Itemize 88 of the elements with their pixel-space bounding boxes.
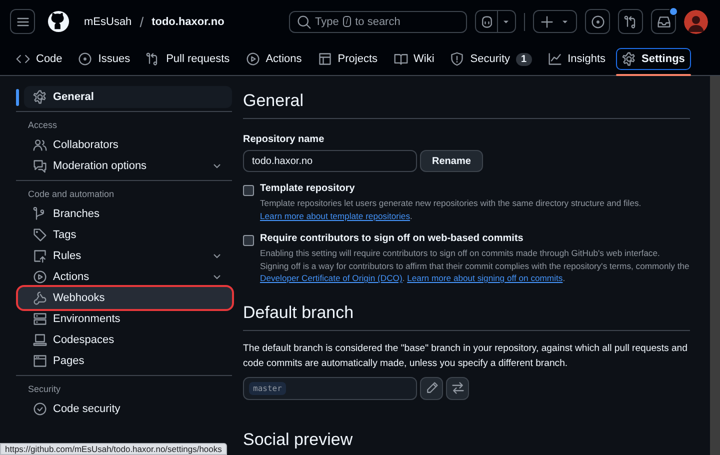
settings-icon [33, 90, 47, 104]
pull-request-icon [624, 14, 638, 28]
sidebar-item[interactable]: Webhooks [18, 287, 232, 308]
inbox-icon [656, 14, 670, 28]
sidebar-item[interactable]: Pages [24, 350, 232, 372]
repo-tab[interactable]: Insights [542, 48, 612, 70]
sidebar-item[interactable]: Codespaces [24, 329, 232, 350]
sidebar-item[interactable]: Moderation options [24, 155, 232, 176]
status-bar-url: https://github.com/mEsUsah/todo.haxor.no/settings/hooks [0, 443, 227, 455]
pull-requests-button[interactable] [618, 9, 643, 34]
graph-icon [548, 52, 562, 66]
section-title: Default branch [243, 302, 690, 330]
sidebar-item[interactable]: Code security [24, 398, 232, 420]
learn-more-link[interactable]: Learn more about signing off on commits [407, 273, 563, 283]
repo-tab[interactable]: Settings [616, 48, 691, 70]
section-title: Social preview [243, 430, 354, 450]
avatar[interactable] [684, 10, 708, 34]
comment-icon [33, 158, 47, 173]
option-description: Enabling this setting will require contributors to sign off on commits made through GitHub's web interface. Signing off is a way for contributors to affirm that their commit complies with the repository's terms, commonly the Developer Certificate of Origin (DCO). Learn more about signing off on commits. [260, 247, 690, 284]
webhook-icon [33, 290, 47, 305]
menu-button[interactable] [10, 9, 35, 34]
logo-icon[interactable] [47, 10, 70, 33]
issue-icon [78, 52, 92, 66]
sidebar-item[interactable]: General [24, 86, 232, 108]
sidebar-item[interactable]: Rules [24, 245, 232, 266]
checkbox[interactable] [243, 235, 254, 246]
branch-name: master [249, 382, 286, 394]
page-title: General [243, 91, 690, 119]
sidebar-item[interactable]: Actions [24, 266, 232, 288]
branch-icon [33, 206, 47, 221]
switch-button[interactable] [446, 376, 469, 400]
search-field[interactable]: Type / to search [289, 10, 467, 32]
pencil-icon [424, 381, 438, 395]
sidebar-item[interactable]: Tags [24, 224, 232, 246]
repo-link[interactable]: todo.haxor.no [152, 16, 224, 28]
option-description: Template repositories let users generate new repositories with the same directory structure and files. Learn more about template repositories. [260, 197, 642, 222]
sidebar-heading: Access [27, 119, 58, 132]
play-icon [246, 52, 260, 66]
option-label: Require contributors to sign off on web-based commits [260, 233, 524, 244]
repo-tab[interactable]: Pull requests [140, 48, 236, 70]
code-icon [16, 52, 30, 66]
shield-icon [450, 52, 464, 66]
copilot-button[interactable] [475, 10, 516, 33]
edit-button[interactable] [420, 376, 443, 400]
plus-icon [540, 14, 554, 28]
checkbox[interactable] [243, 185, 254, 196]
book-icon [394, 52, 408, 66]
path-separator: / [140, 14, 144, 30]
settings-icon [622, 52, 636, 66]
repo-tab[interactable]: Issues [72, 48, 136, 70]
swap-icon [450, 381, 464, 395]
selected-indicator [16, 89, 19, 106]
tag-icon [33, 228, 47, 242]
table-icon [318, 52, 332, 66]
sidebar-heading: Security [27, 383, 62, 396]
learn-more-link[interactable]: Learn more about template repositories [260, 210, 410, 220]
sidebar-item[interactable]: Branches [24, 203, 232, 224]
repo-tab[interactable]: Code [10, 48, 68, 70]
repo-tab[interactable]: Projects [312, 48, 384, 70]
server-icon [33, 312, 47, 326]
counter-badge: 1 [516, 52, 532, 66]
rules-icon [33, 248, 47, 263]
people-icon [33, 138, 47, 152]
repo-tab[interactable]: Wiki [388, 48, 440, 70]
owner-link[interactable]: mEsUsah [84, 16, 132, 28]
option-label: Template repository [260, 183, 356, 194]
search-icon [297, 14, 311, 28]
search-placeholder: Type [315, 16, 339, 28]
play-icon [33, 270, 47, 284]
inbox-button[interactable] [651, 9, 676, 34]
laptop-icon [33, 332, 47, 347]
repo-tab[interactable]: Actions [240, 48, 308, 70]
section-description: The default branch is considered the "base" branch in your repository, against which all pull requests and code commits are automatically made, unless you specify a different branch. [243, 342, 688, 370]
shortcut-key: / [342, 16, 352, 27]
issues-button[interactable] [585, 9, 610, 34]
repository-name-field[interactable]: todo.haxor.no [243, 150, 417, 172]
scrollbar[interactable] [710, 76, 720, 455]
create-button[interactable] [533, 10, 577, 33]
sidebar-heading: Code and automation [27, 188, 116, 201]
repo-tab[interactable]: Security 1 [444, 48, 538, 70]
learn-more-link[interactable]: Developer Certificate of Origin (DCO) [260, 273, 402, 283]
browser-icon [33, 354, 47, 368]
issue-icon [590, 14, 604, 28]
rename-button[interactable]: Rename [420, 150, 483, 172]
field-label: Repository name [243, 134, 326, 145]
sidebar-item[interactable]: Environments [24, 308, 232, 330]
sidebar-item[interactable]: Collaborators [24, 134, 232, 156]
search-placeholder: to search [355, 16, 400, 28]
